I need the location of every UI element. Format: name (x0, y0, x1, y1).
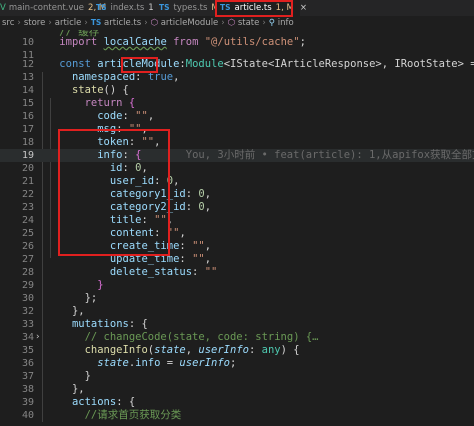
code-line: 36 state.info = userInfo; (21, 357, 237, 369)
code-line: 38 }, (21, 383, 85, 395)
code-line: 13 namespaced: true, (21, 71, 180, 83)
symbol-module-icon: ⬡ (150, 18, 159, 28)
tab-index-ts[interactable]: TS index.ts 1 (92, 0, 154, 16)
code-line: 35 changeInfo(state, userInfo: any) { (21, 344, 300, 356)
breadcrumb: src › store › article › TS article.ts › ⬡ articl… (2, 18, 294, 28)
close-icon[interactable]: × (300, 3, 307, 13)
breadcrumb-item[interactable]: src (2, 18, 14, 28)
git-blame-annotation: You, 3小时前 • feat(article): 1,从apifox获取全部… (185, 149, 474, 161)
tab-status: 1 (148, 3, 154, 13)
code-line: 33 mutations: { (21, 318, 148, 330)
breadcrumb-item[interactable]: store (24, 18, 46, 28)
typescript-file-icon: TS (90, 18, 102, 27)
code-line: 10 import localCache from "@/utils/cache… (21, 36, 306, 48)
code-line: 30 }; (21, 292, 98, 304)
breadcrumb-item[interactable]: article (55, 18, 82, 28)
breadcrumb-symbol[interactable]: state (238, 18, 260, 28)
symbol-method-icon: ⬡ (227, 18, 236, 28)
symbol-property-icon: ⚲ (268, 18, 276, 28)
code-line-folded: 34 › // changeCode(state, code: string) {… (21, 331, 319, 344)
code-line: 32 }, (21, 305, 85, 317)
code-line: 40 //请求首页获取分类 (21, 409, 182, 421)
tab-main-content-vue[interactable]: Vmain-content.vue 2, M (0, 0, 106, 16)
tab-label: types.ts (173, 3, 208, 13)
code-line: 16 code: "", (21, 110, 155, 122)
highlight-box-info-object (58, 129, 170, 256)
code-line: 12 const articleModule:Module<IState<IAr… (21, 58, 474, 70)
breadcrumb-symbol[interactable]: info (278, 18, 294, 28)
breadcrumb-item[interactable]: article.ts (104, 18, 141, 28)
vue-file-icon: V (0, 3, 6, 13)
typescript-file-icon: TS (159, 3, 170, 12)
code-line: 29 } (21, 279, 104, 291)
code-line: 37 } (21, 370, 91, 382)
typescript-file-icon: TS (96, 3, 107, 12)
code-line: 14 state() { (21, 84, 129, 96)
tab-label: main-content.vue (8, 3, 85, 13)
code-line: 28 delete_status: "" (21, 266, 218, 278)
code-line: 39 actions: { (21, 396, 136, 408)
highlight-box-module-type (121, 57, 158, 73)
code-line: 15 return { (21, 97, 136, 109)
tab-types-ts[interactable]: TStypes.tsM (155, 0, 219, 16)
tab-label: index.ts (110, 3, 145, 13)
breadcrumb-symbol[interactable]: articleModule (161, 18, 219, 28)
highlight-box-tab (215, 0, 293, 17)
